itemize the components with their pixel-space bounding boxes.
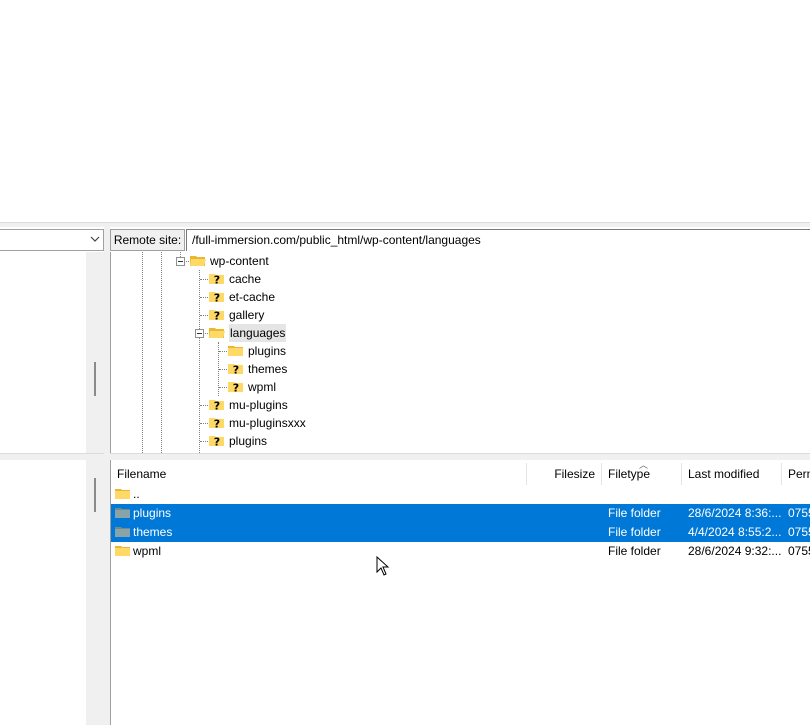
filename-cell: plugins bbox=[133, 506, 172, 520]
svg-text:?: ? bbox=[214, 400, 220, 412]
chevron-down-icon[interactable] bbox=[90, 234, 100, 244]
svg-text:?: ? bbox=[214, 436, 220, 448]
tree-branch-line bbox=[200, 315, 208, 316]
svg-text:?: ? bbox=[214, 310, 220, 322]
column-header-label: Filename bbox=[117, 467, 167, 481]
folder-icon bbox=[228, 346, 243, 356]
folder-icon bbox=[115, 489, 130, 499]
svg-text:?: ? bbox=[233, 364, 239, 376]
table-row[interactable]: .. bbox=[111, 485, 810, 504]
remote-site-path-input[interactable]: /full-immersion.com/public_html/wp-conte… bbox=[186, 229, 810, 251]
tree-item-label: themes bbox=[248, 362, 288, 376]
folder-unknown-icon: ? bbox=[209, 418, 224, 430]
folder-icon bbox=[115, 546, 130, 556]
folder-unknown-icon: ? bbox=[228, 364, 243, 376]
tree-item-label: et-cache bbox=[229, 290, 276, 304]
svg-text:?: ? bbox=[214, 274, 220, 286]
folder-unknown-icon: ? bbox=[209, 292, 224, 304]
tree-branch-line bbox=[200, 441, 208, 442]
tree-item-label: cache bbox=[229, 272, 262, 286]
filetype-cell: File folder bbox=[608, 506, 661, 520]
tree-branch-line bbox=[200, 423, 208, 424]
collapse-icon[interactable] bbox=[176, 257, 185, 266]
folder-unknown-icon: ? bbox=[228, 382, 243, 394]
horizontal-splitter[interactable] bbox=[0, 222, 810, 227]
filename-cell: wpml bbox=[133, 544, 162, 558]
scrollbar-thumb[interactable] bbox=[94, 362, 96, 396]
column-header-last-modified[interactable]: Last modified bbox=[682, 463, 782, 485]
column-header-label: Perm bbox=[788, 467, 810, 481]
tree-guide-line bbox=[142, 252, 143, 453]
local-tree-scrollbar[interactable] bbox=[86, 252, 104, 453]
folder-open-icon bbox=[190, 256, 206, 266]
filetype-cell: File folder bbox=[608, 544, 661, 558]
remote-site-label: Remote site: bbox=[110, 229, 185, 251]
remote-pane-splitter[interactable] bbox=[110, 453, 810, 460]
folder-unknown-icon: ? bbox=[209, 436, 224, 448]
folder-unknown-icon: ? bbox=[209, 310, 224, 322]
folder-open-icon bbox=[209, 328, 225, 338]
folder-icon bbox=[115, 527, 130, 537]
folder-unknown-icon: ? bbox=[209, 400, 224, 412]
local-list-scrollbar[interactable] bbox=[86, 460, 104, 725]
last-modified-cell: 4/4/2024 8:55:2... bbox=[688, 525, 782, 539]
svg-text:?: ? bbox=[214, 418, 220, 430]
tree-item-label: plugins bbox=[229, 434, 268, 448]
svg-text:?: ? bbox=[214, 292, 220, 304]
column-header-label: Last modified bbox=[688, 467, 760, 481]
tree-branch-line bbox=[219, 369, 227, 370]
last-modified-cell: 28/6/2024 9:32:... bbox=[688, 544, 782, 558]
filename-cell: .. bbox=[133, 487, 140, 501]
folder-icon bbox=[115, 508, 130, 518]
tree-branch-line bbox=[200, 279, 208, 280]
remote-file-list[interactable]: Filename Filesize Filetype ︿ Last modifi… bbox=[110, 460, 810, 725]
permissions-cell: 0755 bbox=[788, 525, 810, 539]
column-header-permissions[interactable]: Perm bbox=[782, 463, 810, 485]
sort-ascending-icon: ︿ bbox=[639, 460, 649, 470]
tree-guide-line bbox=[161, 252, 162, 453]
tree-branch-line bbox=[200, 405, 208, 406]
tree-branch-line bbox=[219, 351, 227, 352]
table-row[interactable]: wpml File folder 28/6/2024 9:32:... 0755 bbox=[111, 542, 810, 561]
remote-directory-tree[interactable]: wp-content ? cache ? et-cache ? gallery … bbox=[110, 252, 810, 453]
tree-branch-line bbox=[200, 297, 208, 298]
mouse-cursor-icon bbox=[376, 556, 390, 576]
tree-item-label: mu-plugins bbox=[229, 398, 288, 412]
column-header-filesize[interactable]: Filesize bbox=[527, 463, 602, 485]
column-header-label: Filesize bbox=[554, 467, 595, 481]
tree-item-label: gallery bbox=[229, 308, 265, 322]
table-row[interactable]: plugins File folder 28/6/2024 8:36:... 0… bbox=[111, 504, 810, 523]
permissions-cell: 0755 bbox=[788, 544, 810, 558]
local-pane-splitter[interactable] bbox=[0, 453, 104, 460]
scrollbar-thumb[interactable] bbox=[94, 478, 96, 512]
last-modified-cell: 28/6/2024 8:36:... bbox=[688, 506, 782, 520]
empty-top-area bbox=[0, 0, 810, 222]
tree-item-label: wpml bbox=[248, 380, 277, 394]
tree-item-label: mu-pluginsxxx bbox=[229, 416, 306, 430]
folder-unknown-icon: ? bbox=[209, 274, 224, 286]
filetype-cell: File folder bbox=[608, 525, 661, 539]
table-row[interactable]: themes File folder 4/4/2024 8:55:2... 07… bbox=[111, 523, 810, 542]
svg-text:?: ? bbox=[233, 382, 239, 394]
column-header-filename[interactable]: Filename bbox=[111, 463, 527, 485]
collapse-icon[interactable] bbox=[195, 329, 204, 338]
tree-item-label: wp-content bbox=[210, 254, 269, 268]
tree-item-label: plugins bbox=[248, 344, 287, 358]
tree-item-label: languages bbox=[229, 324, 287, 342]
permissions-cell: 0755 bbox=[788, 506, 810, 520]
filename-cell: themes bbox=[133, 525, 173, 539]
tree-branch-line bbox=[219, 387, 227, 388]
local-site-path-combobox[interactable] bbox=[0, 229, 104, 251]
